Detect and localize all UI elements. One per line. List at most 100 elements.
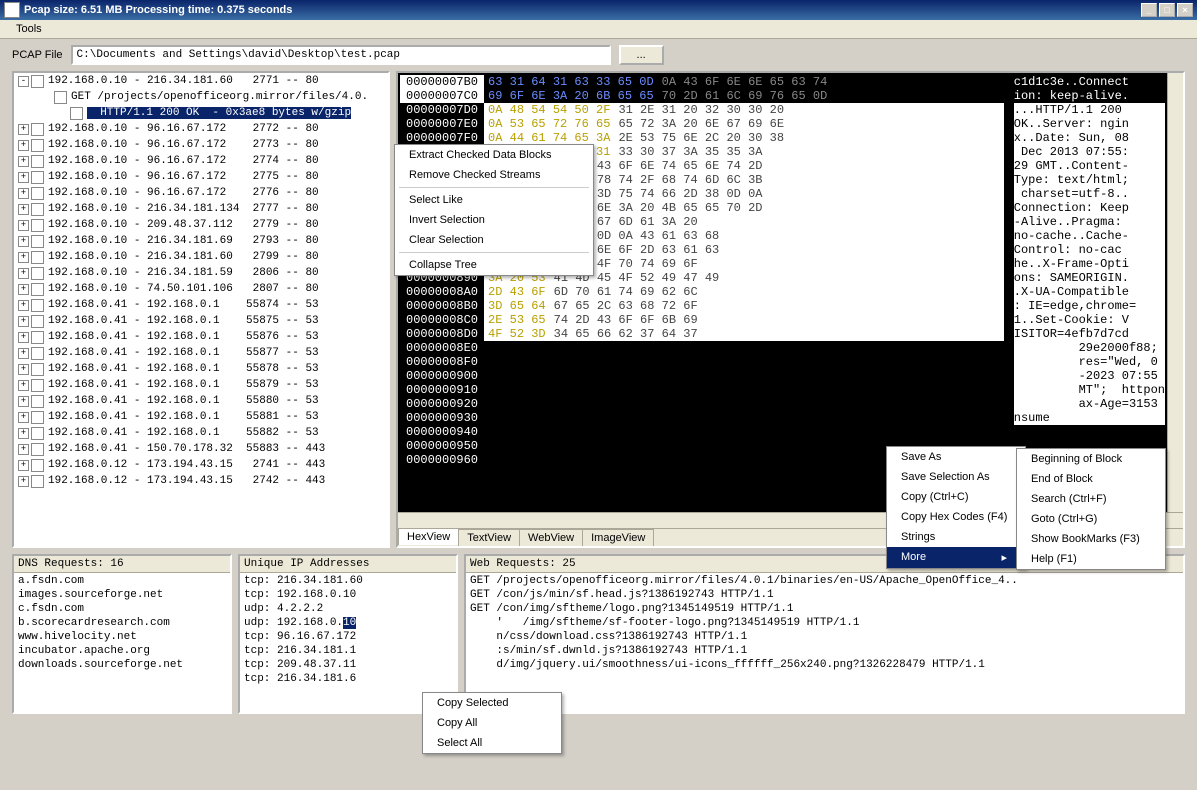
- expand-icon[interactable]: +: [18, 268, 29, 279]
- tab-hexview[interactable]: HexView: [398, 528, 459, 545]
- tree-row[interactable]: 192.168.0.41 - 192.168.0.1 55882 -- 53: [48, 427, 319, 439]
- tree-row[interactable]: 192.168.0.10 - 216.34.181.69 2793 -- 80: [48, 235, 319, 247]
- list-item[interactable]: www.hivelocity.net: [18, 630, 226, 644]
- list-item[interactable]: :s/min/sf.dwnld.js?1386192743 HTTP/1.1: [470, 644, 1179, 658]
- menu-item[interactable]: Copy (Ctrl+C): [887, 487, 1025, 507]
- list-item[interactable]: tcp: 96.16.67.172: [244, 630, 452, 644]
- tree-row[interactable]: 192.168.0.41 - 192.168.0.1 55879 -- 53: [48, 379, 319, 391]
- expand-icon[interactable]: +: [18, 284, 29, 295]
- checkbox[interactable]: [54, 91, 67, 104]
- tree-row[interactable]: 192.168.0.10 - 216.34.181.59 2806 -- 80: [48, 267, 319, 279]
- tree-row[interactable]: 192.168.0.10 - 96.16.67.172 2776 -- 80: [48, 187, 319, 199]
- tree-row[interactable]: 192.168.0.10 - 96.16.67.172 2774 -- 80: [48, 155, 319, 167]
- checkbox[interactable]: [31, 347, 44, 360]
- expand-icon[interactable]: +: [18, 124, 29, 135]
- list-item[interactable]: incubator.apache.org: [18, 644, 226, 658]
- menu-item[interactable]: Collapse Tree: [395, 255, 593, 275]
- list-item[interactable]: n/css/download.css?1386192743 HTTP/1.1: [470, 630, 1179, 644]
- tab-webview[interactable]: WebView: [519, 529, 583, 546]
- menu-item[interactable]: Copy All: [423, 713, 561, 733]
- checkbox[interactable]: [31, 123, 44, 136]
- checkbox[interactable]: [31, 283, 44, 296]
- list-item[interactable]: tcp: 209.48.37.11: [244, 658, 452, 672]
- expand-icon[interactable]: +: [18, 380, 29, 391]
- expand-icon[interactable]: -: [18, 76, 29, 87]
- list-item[interactable]: tcp: 216.34.181.1: [244, 644, 452, 658]
- tree-row[interactable]: 192.168.0.10 - 216.34.181.134 2777 -- 80: [48, 203, 319, 215]
- checkbox[interactable]: [31, 171, 44, 184]
- ip-list[interactable]: tcp: 216.34.181.60tcp: 192.168.0.10udp: …: [240, 573, 456, 687]
- checkbox[interactable]: [31, 203, 44, 216]
- checkbox[interactable]: [70, 107, 83, 120]
- expand-icon[interactable]: +: [18, 396, 29, 407]
- tab-textview[interactable]: TextView: [458, 529, 520, 546]
- checkbox[interactable]: [31, 219, 44, 232]
- checkbox[interactable]: [31, 251, 44, 264]
- tree-row[interactable]: 192.168.0.10 - 209.48.37.112 2779 -- 80: [48, 219, 319, 231]
- tree-row[interactable]: 192.168.0.10 - 216.34.181.60 2799 -- 80: [48, 251, 319, 263]
- tree-row[interactable]: GET /projects/openofficeorg.mirror/files…: [71, 91, 368, 103]
- menu-item[interactable]: Extract Checked Data Blocks: [395, 145, 593, 165]
- tree-row[interactable]: 192.168.0.41 - 192.168.0.1 55880 -- 53: [48, 395, 319, 407]
- menu-item[interactable]: Select Like: [395, 190, 593, 210]
- hex-context-menu[interactable]: Save AsSave Selection AsCopy (Ctrl+C)Cop…: [886, 446, 1026, 569]
- stream-tree[interactable]: - 192.168.0.10 - 216.34.181.60 2771 -- 80…: [12, 71, 390, 548]
- menu-item[interactable]: End of Block: [1017, 469, 1165, 489]
- expand-icon[interactable]: +: [18, 140, 29, 151]
- web-list[interactable]: GET /projects/openofficeorg.mirror/files…: [466, 573, 1183, 673]
- expand-icon[interactable]: +: [18, 428, 29, 439]
- tree-row[interactable]: 192.168.0.10 - 216.34.181.60 2771 -- 80: [48, 75, 319, 87]
- menu-item[interactable]: Save As: [887, 447, 1025, 467]
- tree-context-menu[interactable]: Extract Checked Data BlocksRemove Checke…: [394, 144, 594, 276]
- checkbox[interactable]: [31, 299, 44, 312]
- hex-view[interactable]: 00000007B000000007C000000007D000000007E0…: [398, 73, 1167, 512]
- tree-row[interactable]: 192.168.0.41 - 192.168.0.1 55875 -- 53: [48, 315, 319, 327]
- tree-row[interactable]: 192.168.0.41 - 192.168.0.1 55881 -- 53: [48, 411, 319, 423]
- list-item[interactable]: udp: 192.168.0.10: [244, 616, 452, 630]
- list-item[interactable]: GET /con/js/min/sf.head.js?1386192743 HT…: [470, 588, 1179, 602]
- expand-icon[interactable]: +: [18, 156, 29, 167]
- expand-icon[interactable]: +: [18, 188, 29, 199]
- checkbox[interactable]: [31, 315, 44, 328]
- expand-icon[interactable]: +: [18, 300, 29, 311]
- menu-item[interactable]: Clear Selection: [395, 230, 593, 250]
- checkbox[interactable]: [31, 187, 44, 200]
- menu-more[interactable]: More▸: [887, 547, 1025, 568]
- checkbox[interactable]: [31, 379, 44, 392]
- tree-row[interactable]: 192.168.0.41 - 192.168.0.1 55878 -- 53: [48, 363, 319, 375]
- menu-item[interactable]: Save Selection As: [887, 467, 1025, 487]
- expand-icon[interactable]: +: [18, 220, 29, 231]
- tree-row[interactable]: 192.168.0.41 - 192.168.0.1 55876 -- 53: [48, 331, 319, 343]
- list-item[interactable]: b.scorecardresearch.com: [18, 616, 226, 630]
- checkbox[interactable]: [31, 443, 44, 456]
- list-item[interactable]: ' /img/sftheme/sf-footer-logo.png?134514…: [470, 616, 1179, 630]
- checkbox[interactable]: [31, 331, 44, 344]
- menu-item[interactable]: Help (F1): [1017, 549, 1165, 569]
- tree-row[interactable]: 192.168.0.10 - 96.16.67.172 2775 -- 80: [48, 171, 319, 183]
- menu-tools[interactable]: Tools: [8, 21, 50, 37]
- minimize-button[interactable]: _: [1141, 3, 1157, 17]
- tab-imageview[interactable]: ImageView: [582, 529, 654, 546]
- expand-icon[interactable]: +: [18, 172, 29, 183]
- list-item[interactable]: tcp: 192.168.0.10: [244, 588, 452, 602]
- tree-row[interactable]: 192.168.0.10 - 74.50.101.106 2807 -- 80: [48, 283, 319, 295]
- ip-context-menu[interactable]: Copy SelectedCopy AllSelect All: [422, 692, 562, 754]
- menu-item[interactable]: Select All: [423, 733, 561, 753]
- tree-row[interactable]: 192.168.0.12 - 173.194.43.15 2742 -- 443: [48, 475, 325, 487]
- expand-icon[interactable]: +: [18, 204, 29, 215]
- list-item[interactable]: udp: 4.2.2.2: [244, 602, 452, 616]
- checkbox[interactable]: [31, 75, 44, 88]
- tree-row[interactable]: 192.168.0.41 - 192.168.0.1 55877 -- 53: [48, 347, 319, 359]
- expand-icon[interactable]: +: [18, 252, 29, 263]
- tree-row[interactable]: 192.168.0.10 - 96.16.67.172 2773 -- 80: [48, 139, 319, 151]
- pcap-path-input[interactable]: C:\Documents and Settings\david\Desktop\…: [71, 45, 611, 65]
- maximize-button[interactable]: □: [1159, 3, 1175, 17]
- close-button[interactable]: ×: [1177, 3, 1193, 17]
- list-item[interactable]: images.sourceforge.net: [18, 588, 226, 602]
- checkbox[interactable]: [31, 459, 44, 472]
- checkbox[interactable]: [31, 267, 44, 280]
- list-item[interactable]: tcp: 216.34.181.6: [244, 672, 452, 686]
- menu-item[interactable]: Goto (Ctrl+G): [1017, 509, 1165, 529]
- checkbox[interactable]: [31, 363, 44, 376]
- list-item[interactable]: c.fsdn.com: [18, 602, 226, 616]
